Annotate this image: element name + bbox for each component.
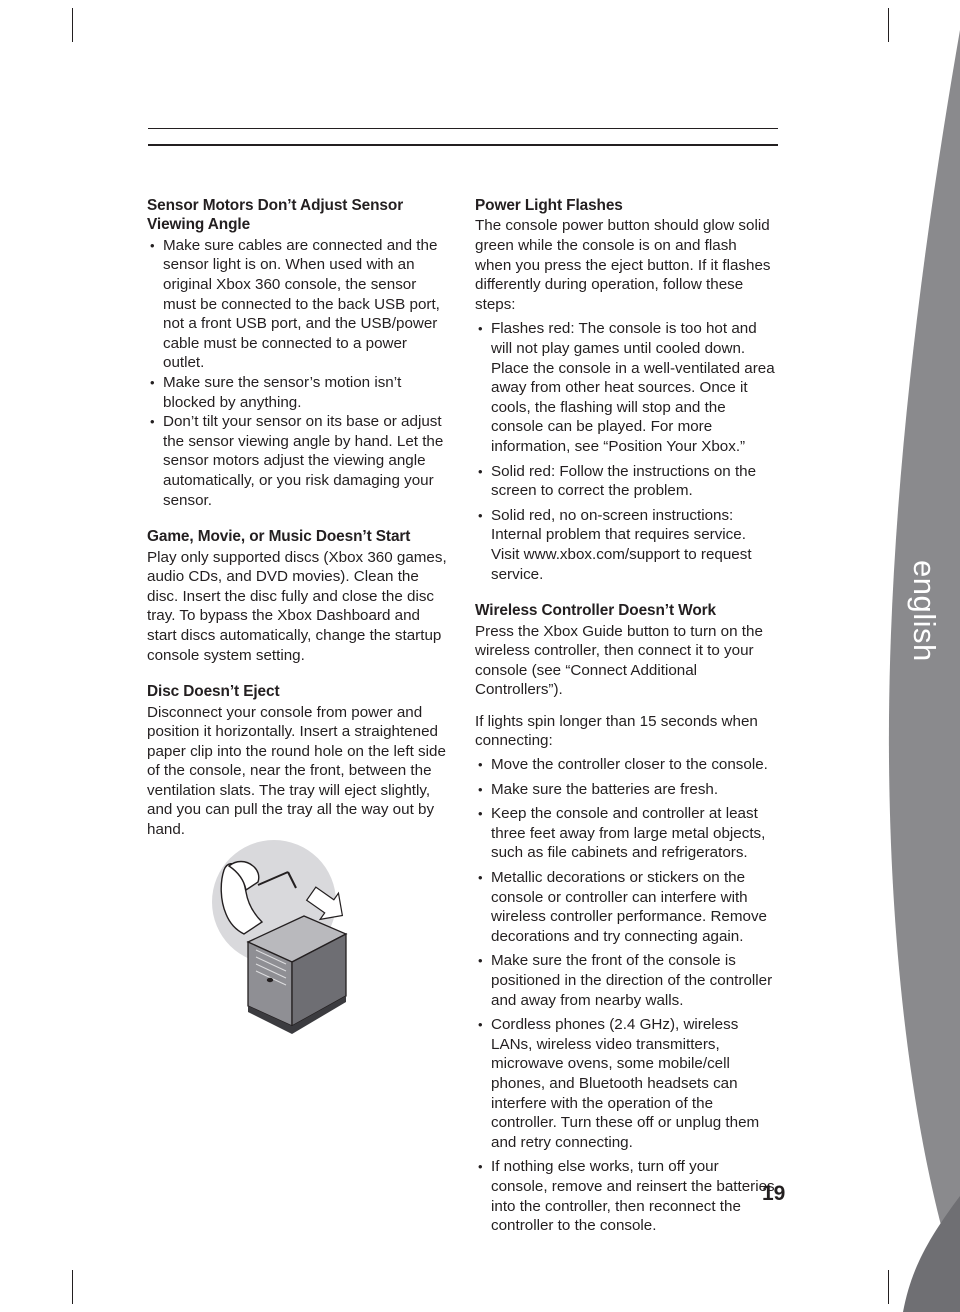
section-body-power-light-flashes: The console power button should glow sol… [475,217,771,313]
section-body-game-movie-music: Play only supported discs (Xbox 360 game… [147,548,447,664]
crop-mark-top-left [72,8,73,42]
wireless-controller-bullet-list: Move the controller closer to the consol… [475,755,775,1236]
list-item: Make sure the sensor’s motion isn’t bloc… [147,373,447,412]
section-heading-disc-doesnt-eject: Disc Doesn’t Eject [147,683,280,701]
list-item: Flashes red: The console is too hot and … [475,319,775,456]
list-item: Don’t tilt your sensor on its base or ad… [147,412,447,510]
crop-mark-top-right [888,8,889,42]
section-disc-doesnt-eject: Disc Doesn’t Eject Disconnect your conso… [147,682,447,840]
section-heading-power-light-flashes: Power Light Flashes [475,197,623,214]
list-item: Make sure the front of the console is po… [475,951,775,1010]
section-body-wireless-controller: Press the Xbox Guide button to turn on t… [475,622,763,699]
crop-mark-bottom-right [888,1270,889,1304]
language-tab-label: english [907,560,942,662]
header-rule-thick [148,144,778,146]
list-item: Make sure cables are connected and the s… [147,236,447,373]
power-light-bullet-list: Flashes red: The console is too hot and … [475,319,775,584]
sensor-motors-bullet-list: Make sure cables are connected and the s… [147,236,447,510]
list-item: Move the controller closer to the consol… [475,755,775,775]
section-body-disc-doesnt-eject: Disconnect your console from power and p… [147,703,446,839]
section-heading-game-movie-music: Game, Movie, or Music Doesn’t Start [147,528,411,546]
list-item: Make sure the batteries are fresh. [475,780,775,800]
page-number: 19 [762,1182,786,1205]
list-item: If nothing else works, turn off your con… [475,1157,775,1235]
crop-mark-bottom-left [72,1270,73,1304]
right-column: Power Light Flashes The console power bu… [475,196,775,1241]
section-sensor-motors: Sensor Motors Don’t Adjust Sensor Viewin… [147,196,447,510]
list-item: Solid red, no on-screen instructions: In… [475,506,775,584]
section-wireless-controller: Wireless Controller Doesn’t Work Press t… [475,601,775,1236]
list-item: Solid red: Follow the instructions on th… [475,462,775,501]
left-column: Sensor Motors Don’t Adjust Sensor Viewin… [147,196,447,840]
section-game-movie-music: Game, Movie, or Music Doesn’t Start Play… [147,527,447,665]
header-rule-thin [148,128,778,129]
list-item: Keep the console and controller at least… [475,804,775,863]
list-item: Cordless phones (2.4 GHz), wireless LANs… [475,1015,775,1152]
section-body-wireless-controller-2: If lights spin longer than 15 seconds wh… [475,712,758,750]
paper-clip-eject-illustration [196,830,371,1060]
section-heading-sensor-motors: Sensor Motors Don’t Adjust Sensor Viewin… [147,197,404,234]
section-power-light-flashes: Power Light Flashes The console power bu… [475,196,775,584]
section-heading-wireless-controller: Wireless Controller Doesn’t Work [475,602,716,620]
list-item: Metallic decorations or stickers on the … [475,868,775,946]
